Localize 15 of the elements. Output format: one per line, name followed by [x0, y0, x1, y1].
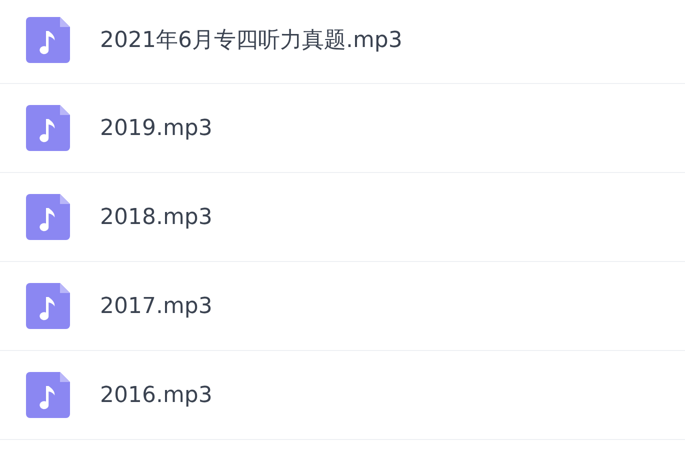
file-row[interactable]: 2017.mp3: [0, 262, 685, 351]
file-name: 2019.mp3: [100, 116, 212, 140]
file-row[interactable]: 2016.mp3: [0, 351, 685, 440]
music-file-icon: [26, 105, 70, 151]
file-name: 2016.mp3: [100, 382, 212, 408]
file-name: 2021年6月专四听力真题.mp3: [100, 26, 402, 54]
music-file-icon: [26, 16, 70, 62]
file-name: 2017.mp3: [100, 294, 212, 318]
music-file-icon: [26, 372, 70, 418]
file-row[interactable]: 2021年6月专四听力真题.mp3: [0, 0, 685, 84]
music-file-icon: [26, 283, 70, 329]
file-row[interactable]: 2018.mp3: [0, 173, 685, 262]
file-name: 2018.mp3: [100, 204, 212, 230]
file-row[interactable]: 2019.mp3: [0, 84, 685, 173]
music-file-icon: [26, 194, 70, 240]
